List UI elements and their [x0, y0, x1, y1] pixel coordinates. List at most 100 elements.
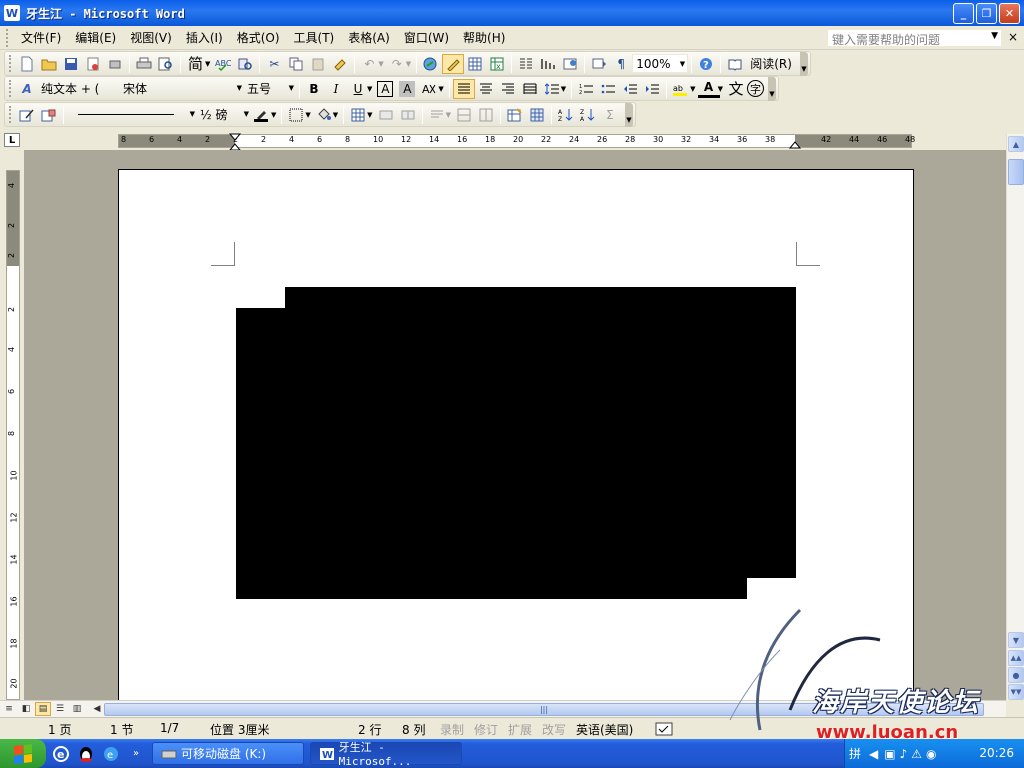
- zoom-select[interactable]: 100% ▼: [632, 54, 689, 73]
- numbering-icon[interactable]: 12: [575, 79, 597, 99]
- menu-window[interactable]: 窗口(W): [397, 27, 456, 48]
- read-book-icon[interactable]: [724, 54, 746, 74]
- scroll-up-icon[interactable]: ▲: [1008, 136, 1024, 152]
- paste-icon[interactable]: [307, 54, 329, 74]
- align-right-icon[interactable]: [497, 79, 519, 99]
- permission-icon[interactable]: [82, 54, 104, 74]
- line-style-select[interactable]: ▼: [67, 105, 197, 124]
- distribute-rows-icon[interactable]: [453, 105, 475, 125]
- underline-dropdown-icon[interactable]: ▼: [367, 85, 372, 93]
- cell-alignment-dropdown-icon[interactable]: ▼: [446, 111, 451, 119]
- distributed-align-icon[interactable]: [519, 79, 541, 99]
- browse-object-icon[interactable]: ●: [1008, 667, 1024, 683]
- scroll-down-icon[interactable]: ▼: [1008, 632, 1024, 648]
- menu-format[interactable]: 格式(O): [230, 27, 287, 48]
- merge-cells-icon[interactable]: [375, 105, 397, 125]
- tables-borders-icon[interactable]: [442, 53, 465, 74]
- split-cells-icon[interactable]: [397, 105, 419, 125]
- document-map-icon[interactable]: [559, 54, 581, 74]
- cut-icon[interactable]: ✂: [263, 54, 285, 74]
- toolbar-grip[interactable]: [9, 55, 12, 72]
- font-size-select[interactable]: 五号 ▼: [244, 79, 296, 98]
- columns-icon[interactable]: [515, 54, 537, 74]
- autosum-button[interactable]: Σ: [599, 105, 621, 125]
- undo-icon[interactable]: ↶: [358, 54, 380, 74]
- line-weight-select[interactable]: ½ 磅 ▼: [197, 105, 251, 124]
- restore-button[interactable]: ❐: [976, 3, 997, 24]
- security-icon[interactable]: ⚠: [911, 747, 922, 761]
- scaling-dropdown-icon[interactable]: ▼: [438, 85, 443, 93]
- redacted-image-block[interactable]: [236, 308, 747, 599]
- phonetic-guide-button[interactable]: 文: [725, 79, 747, 99]
- character-shading-button[interactable]: A: [399, 80, 416, 97]
- bold-button[interactable]: B: [303, 79, 325, 99]
- styles-formatting-icon[interactable]: A: [16, 79, 38, 99]
- redo-dropdown-icon[interactable]: ▼: [406, 60, 411, 68]
- web-layout-icon[interactable]: ◧: [18, 702, 34, 716]
- font-color-button[interactable]: A: [697, 80, 720, 98]
- italic-button[interactable]: I: [325, 79, 347, 99]
- save-icon[interactable]: [60, 54, 82, 74]
- simplified-dropdown-icon[interactable]: ▼: [205, 60, 210, 68]
- table-autoformat-icon[interactable]: [504, 105, 526, 125]
- enclose-characters-button[interactable]: 字: [746, 80, 764, 97]
- align-justify-icon[interactable]: [452, 78, 475, 99]
- highlight-icon[interactable]: ab: [670, 79, 692, 99]
- tray-arrow-icon[interactable]: ◀: [869, 747, 878, 761]
- toolbar-options-icon[interactable]: ▼: [624, 102, 633, 127]
- menu-help[interactable]: 帮助(H): [456, 27, 512, 48]
- toolbar-grip[interactable]: [9, 106, 12, 123]
- help-dropdown-icon[interactable]: ▼: [991, 31, 998, 41]
- print-preview-icon[interactable]: [155, 54, 177, 74]
- previous-page-icon[interactable]: ▲▲: [1008, 650, 1024, 666]
- outside-border-icon[interactable]: [285, 105, 307, 125]
- underline-button[interactable]: U: [347, 79, 369, 99]
- spelling-icon[interactable]: ABC: [212, 54, 234, 74]
- menu-edit[interactable]: 编辑(E): [68, 27, 123, 48]
- hyperlink-icon[interactable]: [420, 54, 442, 74]
- highlight-dropdown-icon[interactable]: ▼: [690, 85, 695, 93]
- decrease-indent-icon[interactable]: [619, 79, 641, 99]
- border-color-dropdown-icon[interactable]: ▼: [271, 111, 276, 119]
- status-overtype[interactable]: 改写: [542, 721, 566, 738]
- menu-view[interactable]: 视图(V): [123, 27, 179, 48]
- ime-pinyin-icon[interactable]: 拼: [849, 745, 861, 762]
- task-removable-disk[interactable]: 可移动磁盘 (K:): [152, 742, 304, 765]
- messenger-icon[interactable]: e: [101, 744, 121, 764]
- cell-alignment-icon[interactable]: [426, 105, 448, 125]
- document-close-button[interactable]: ×: [1008, 30, 1018, 44]
- menu-file[interactable]: 文件(F): [14, 27, 68, 48]
- outline-view-icon[interactable]: ☰: [52, 702, 68, 716]
- shading-color-icon[interactable]: [313, 105, 335, 125]
- minimize-button[interactable]: _: [953, 3, 974, 24]
- vertical-ruler[interactable]: 4 2 2 2 4 6 8 10 12 14 16 18 20: [6, 170, 20, 700]
- font-color-dropdown-icon[interactable]: ▼: [718, 85, 723, 93]
- start-button[interactable]: [0, 739, 46, 768]
- read-mode-button[interactable]: 阅读(R): [746, 55, 796, 72]
- help-icon[interactable]: ?: [695, 54, 717, 74]
- distribute-columns-icon[interactable]: [475, 105, 497, 125]
- insert-table-icon[interactable]: [464, 54, 486, 74]
- draw-table-icon[interactable]: [16, 105, 38, 125]
- menu-tools[interactable]: 工具(T): [287, 27, 342, 48]
- network-icon[interactable]: ▣: [884, 747, 895, 761]
- insert-table-alt-icon[interactable]: [347, 105, 369, 125]
- border-dropdown-icon[interactable]: ▼: [305, 111, 310, 119]
- style-select[interactable]: 纯文本 + (: [38, 79, 120, 98]
- normal-view-icon[interactable]: ≡: [1, 702, 17, 716]
- open-folder-icon[interactable]: [38, 54, 60, 74]
- copy-icon[interactable]: [285, 54, 307, 74]
- menu-grip[interactable]: [6, 28, 10, 47]
- scroll-thumb[interactable]: [1008, 159, 1024, 185]
- scroll-left-icon[interactable]: ◀: [89, 702, 105, 716]
- font-select[interactable]: 宋体 ▼: [120, 79, 244, 98]
- font-dropdown-icon[interactable]: ▼: [237, 84, 242, 92]
- volume-icon[interactable]: ♪: [900, 747, 908, 761]
- help-search-input[interactable]: 键入需要帮助的问题 ▼: [827, 29, 1002, 47]
- status-language[interactable]: 英语(美国): [576, 721, 633, 738]
- status-extend[interactable]: 扩展: [508, 721, 532, 738]
- line-style-dropdown-icon[interactable]: ▼: [190, 110, 195, 118]
- status-record[interactable]: 录制: [440, 721, 464, 738]
- new-document-icon[interactable]: [16, 54, 38, 74]
- close-button[interactable]: ✕: [999, 3, 1020, 24]
